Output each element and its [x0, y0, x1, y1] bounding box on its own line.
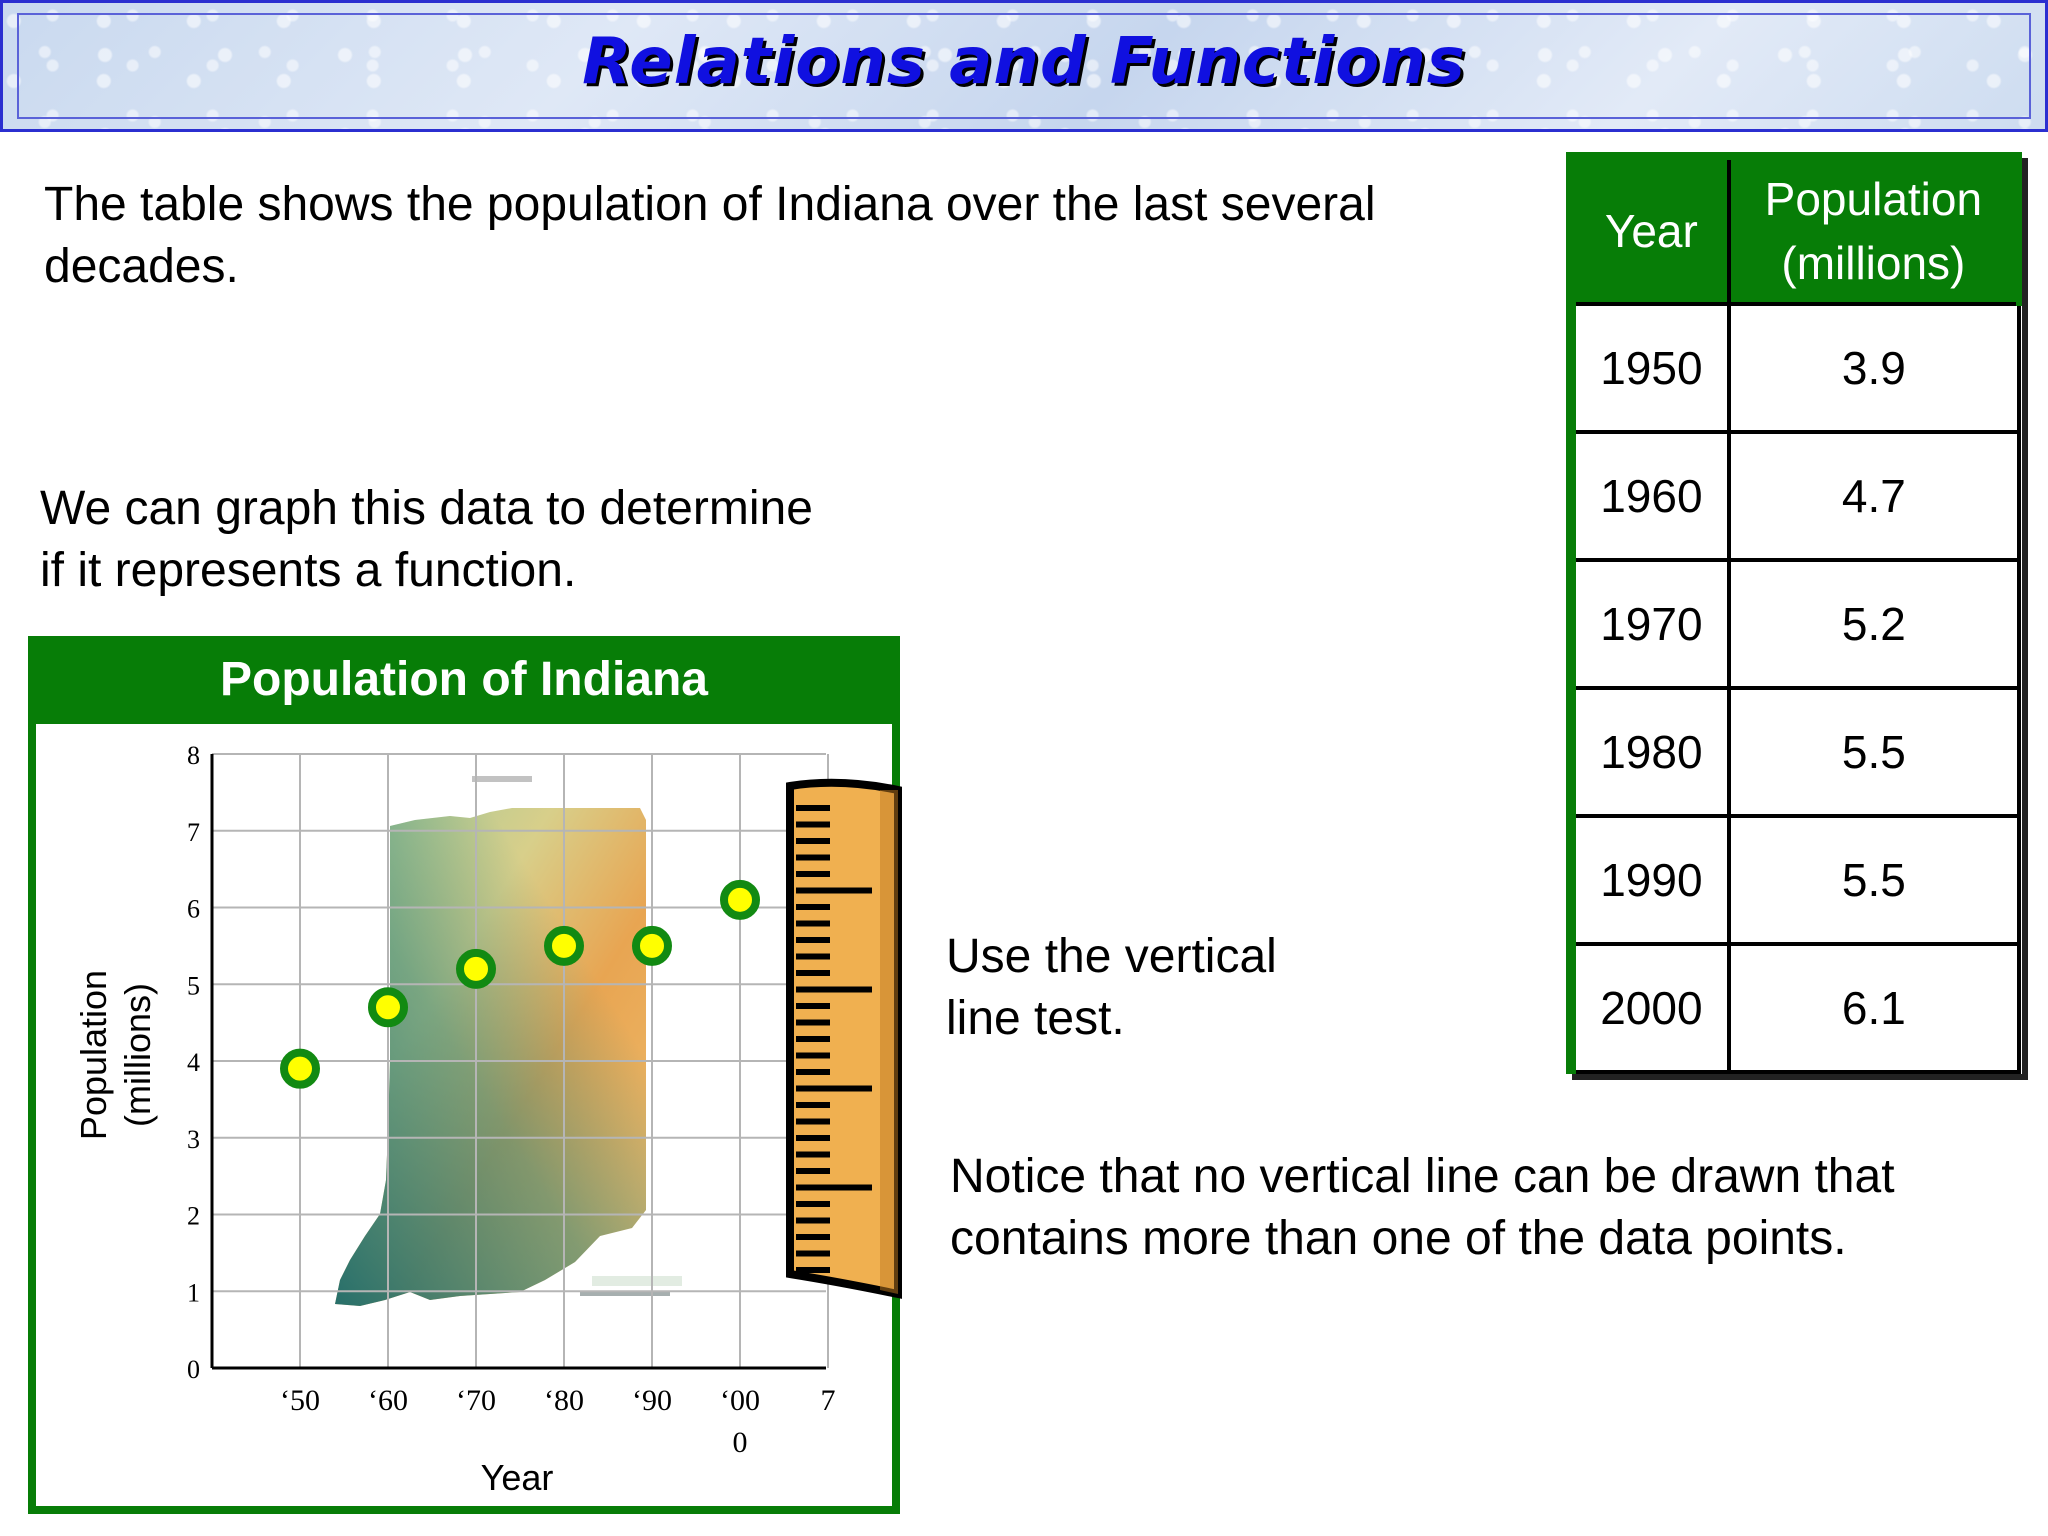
population-scatter-chart: 0 1 2 3 4 5 6 7 8 ‘50 ‘60 ‘70 ‘80 ‘90 ‘00 0 7 Year Popul… [73, 741, 902, 1498]
x-axis-label: Year [481, 1457, 554, 1498]
data-point [720, 879, 760, 920]
data-point [544, 925, 584, 966]
y-tick-label: 3 [187, 1125, 200, 1154]
x-tick-label: ‘70 [456, 1384, 496, 1417]
data-point [456, 948, 496, 989]
x-tick-label: ‘50 [280, 1384, 320, 1417]
y-tick-label: 6 [187, 895, 200, 924]
data-point [368, 987, 408, 1028]
y-axis-label: Population(millions) [73, 970, 158, 1140]
x-tick-label: ‘90 [632, 1384, 672, 1417]
y-tick-label: 0 [187, 1355, 200, 1384]
x-tick-label: 7 [821, 1384, 836, 1417]
x-tick-label: ‘60 [368, 1384, 408, 1417]
data-point [280, 1048, 320, 1089]
y-tick-label: 2 [187, 1202, 200, 1231]
y-tick-label: 7 [187, 818, 200, 847]
x-tick-label: ‘00 0 [720, 1384, 760, 1459]
x-tick-label: ‘80 [544, 1384, 584, 1417]
y-tick-label: 8 [187, 741, 200, 770]
data-point [632, 925, 672, 966]
y-tick-label: 4 [187, 1048, 200, 1077]
y-tick-label: 5 [187, 971, 200, 1000]
ruler-icon [786, 778, 902, 1299]
y-tick-label: 1 [187, 1278, 200, 1307]
